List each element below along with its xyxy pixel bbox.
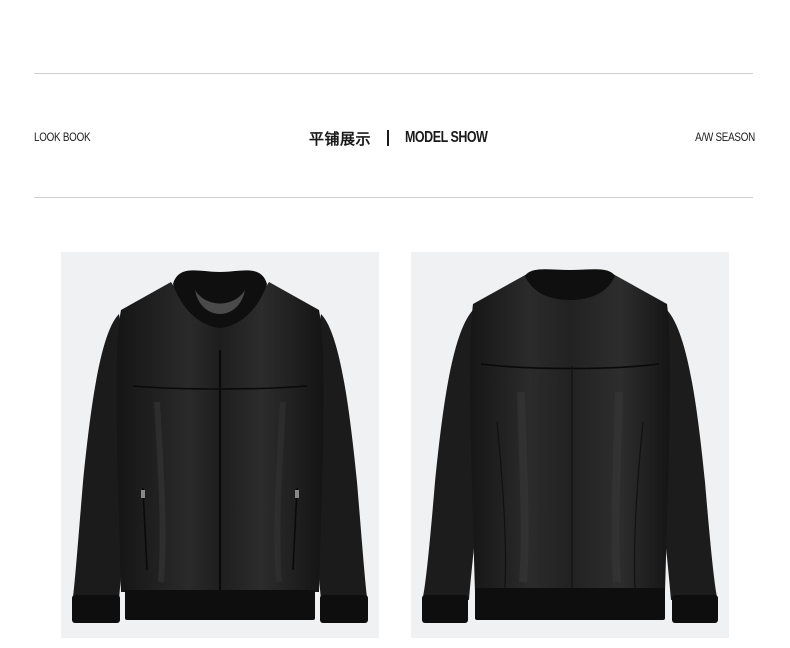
title-chinese: 平铺展示 (309, 129, 372, 148)
title-separator (387, 130, 390, 146)
look-book-label: LOOK BOOK (34, 130, 91, 144)
jacket-front-photo (61, 252, 379, 638)
jacket-front-illustration (72, 270, 368, 623)
jacket-back-photo (411, 252, 729, 638)
season-label: A/W SEASON (695, 130, 755, 144)
section-header: LOOK BOOK 平铺展示 MODEL SHOW A/W SEASON (0, 124, 790, 152)
bottom-divider-line (34, 197, 753, 198)
top-divider-line (34, 73, 753, 74)
jacket-back-illustration (422, 269, 718, 623)
title-english: MODEL SHOW (405, 129, 488, 146)
section-title: 平铺展示 MODEL SHOW (309, 126, 511, 150)
